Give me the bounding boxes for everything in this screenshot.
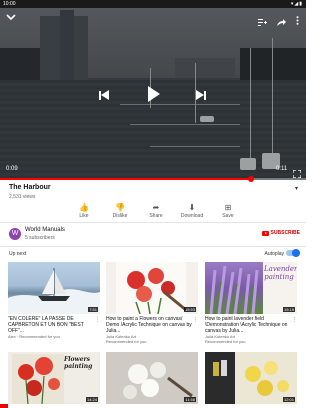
progress-indicator xyxy=(0,404,8,408)
thumbnail-overlay-text: Lavender painting xyxy=(264,265,297,281)
share-label: Share xyxy=(149,213,163,219)
video-card[interactable]: Lavender painting 15:19 How to paint lav… xyxy=(205,262,297,344)
thumb-up-icon: 👍 xyxy=(79,203,89,212)
download-button[interactable]: ⬇ Download xyxy=(174,203,210,219)
video-card-title: How to paint a Flowers on canvas/ Demo /… xyxy=(106,316,192,334)
duration-badge: 11:58 xyxy=(184,397,196,402)
video-thumbnail[interactable]: 11:58 xyxy=(106,352,198,404)
video-title: The Harbour xyxy=(9,184,51,191)
elapsed-time: 0:09 xyxy=(6,166,18,172)
channel-avatar[interactable]: W xyxy=(9,228,21,240)
thumb-down-icon: 👎 xyxy=(115,203,125,212)
video-card-reason: Recommended for you xyxy=(106,339,147,344)
divider xyxy=(0,222,306,223)
save-button[interactable]: ⊞ Save xyxy=(210,203,246,219)
video-card[interactable]: Flowers painting 14:24 xyxy=(8,352,100,404)
video-card[interactable]: 11:58 xyxy=(106,352,198,404)
playlist-add-icon[interactable] xyxy=(258,13,267,31)
video-thumbnail[interactable]: 7:51 xyxy=(8,262,100,314)
up-next-heading: Up next xyxy=(9,251,27,257)
channel-name[interactable]: World Manuals xyxy=(25,227,65,233)
status-icons: ▾◢▮ xyxy=(290,1,303,7)
video-card[interactable]: 7:51 "EN COLÈRE" LA PASSE DE CAPBRETON E… xyxy=(8,262,100,339)
more-vert-icon[interactable]: ⋮ xyxy=(292,317,297,323)
total-duration: 0:11 xyxy=(276,166,288,172)
like-label: Like xyxy=(79,213,89,219)
subscribe-label: SUBSCRIBE xyxy=(270,230,300,236)
subscribe-button[interactable]: SUBSCRIBE xyxy=(261,230,300,236)
video-thumbnail[interactable]: 15:53 xyxy=(106,262,198,314)
video-thumbnail[interactable]: 12:01 xyxy=(205,352,297,404)
status-time: 10:00 xyxy=(3,1,16,7)
dislike-label: Dislike xyxy=(112,213,128,219)
share-icon[interactable] xyxy=(277,13,286,31)
video-card[interactable]: 15:53 How to paint a Flowers on canvas/ … xyxy=(106,262,198,344)
share-button[interactable]: ➦ Share xyxy=(138,203,174,219)
subscriber-count: 5 subscribers xyxy=(25,235,55,241)
save-label: Save xyxy=(222,213,234,219)
autoplay-toggle[interactable] xyxy=(286,249,300,257)
download-icon: ⬇ xyxy=(188,203,196,212)
like-button[interactable]: 👍 Like xyxy=(66,203,102,219)
toggle-knob xyxy=(292,249,300,257)
progress-bar[interactable] xyxy=(0,176,306,182)
duration-badge: 15:19 xyxy=(282,307,295,312)
video-thumbnail[interactable]: Lavender painting 15:19 xyxy=(205,262,297,314)
video-card-meta: Alex · Recommended for you xyxy=(8,334,60,339)
duration-badge: 12:01 xyxy=(282,397,295,402)
play-icon[interactable] xyxy=(148,86,160,102)
view-count: 2,531 views xyxy=(9,194,36,200)
video-thumbnail[interactable]: Flowers painting 14:24 xyxy=(8,352,100,404)
autoplay-label: Autoplay xyxy=(264,251,284,257)
progress-scrubber[interactable] xyxy=(247,176,254,182)
more-vert-icon[interactable]: ⋮ xyxy=(193,317,198,323)
share-icon: ➦ xyxy=(152,203,160,212)
duration-badge: 15:53 xyxy=(183,307,196,312)
dislike-button[interactable]: 👎 Dislike xyxy=(102,203,138,219)
video-card-reason: Recommended for you xyxy=(205,339,246,344)
skip-previous-icon[interactable] xyxy=(99,90,109,100)
chevron-down-icon[interactable] xyxy=(6,12,16,24)
expand-description-icon[interactable]: ▾ xyxy=(295,185,298,192)
duration-badge: 7:51 xyxy=(88,307,98,312)
more-vert-icon[interactable] xyxy=(296,12,299,30)
skip-next-icon[interactable] xyxy=(196,90,206,100)
thumbnail-overlay-text: Flowers painting xyxy=(64,356,93,370)
video-card[interactable]: 12:01 xyxy=(205,352,297,404)
download-label: Download xyxy=(180,213,204,219)
youtube-icon xyxy=(261,230,269,236)
action-bar: 👍 Like 👎 Dislike ➦ Share ⬇ Download ⊞ Sa… xyxy=(66,203,246,219)
video-card-title: How to paint lavender field \Demonstrati… xyxy=(205,316,288,334)
video-player[interactable]: 0:09 0:11 xyxy=(0,8,306,180)
save-icon: ⊞ xyxy=(224,203,232,212)
divider xyxy=(0,246,306,247)
duration-badge: 14:24 xyxy=(85,397,98,402)
more-vert-icon[interactable]: ⋮ xyxy=(95,317,100,323)
status-bar: 10:00 ▾◢▮ xyxy=(0,0,306,8)
video-card-title: "EN COLÈRE" LA PASSE DE CAPBRETON ET UN … xyxy=(8,316,84,334)
progress-fill xyxy=(0,178,251,180)
